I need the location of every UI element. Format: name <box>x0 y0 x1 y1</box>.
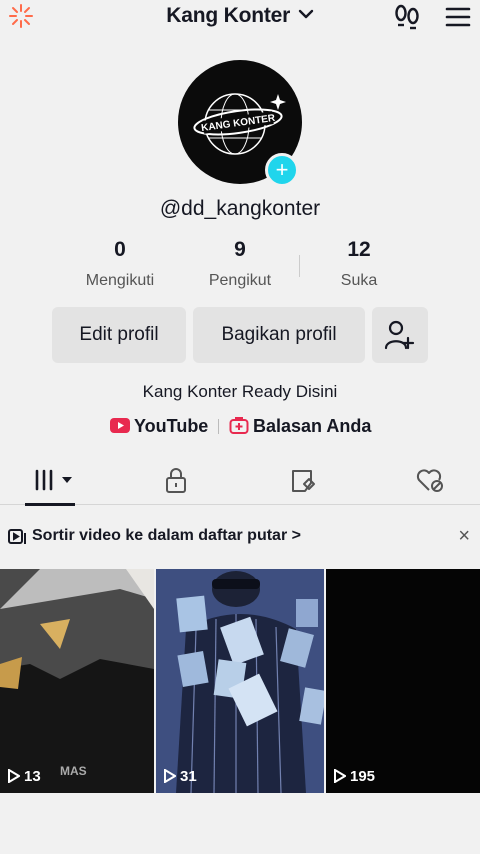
stat-following[interactable]: 0 Mengikuti <box>60 238 180 290</box>
replies-link-label: Balasan Anda <box>253 416 372 436</box>
view-count-value: 31 <box>180 768 197 785</box>
reposts-icon <box>292 470 315 492</box>
stat-likes[interactable]: 12 Suka <box>299 238 419 290</box>
tab-reposts[interactable] <box>240 455 360 505</box>
youtube-link[interactable]: YouTube <box>110 414 208 438</box>
videos-grid-icon <box>35 469 72 491</box>
play-icon <box>8 768 20 783</box>
top-bar: Kang Konter <box>0 0 480 34</box>
page-title: Kang Konter <box>166 4 291 27</box>
playlist-icon <box>8 529 26 544</box>
youtube-link-label: YouTube <box>134 416 209 436</box>
edit-profile-button[interactable]: Edit profil <box>52 307 186 363</box>
play-icon <box>334 768 346 783</box>
view-count-value: 195 <box>350 768 376 785</box>
video-thumbnail-image: MAS <box>0 569 154 793</box>
svg-text:MAS: MAS <box>60 764 87 778</box>
add-avatar-button[interactable]: + <box>265 153 299 187</box>
banner-text: Sortir video ke dalam daftar putar > <box>32 527 301 544</box>
view-count: 13 <box>8 768 41 785</box>
footprints-icon[interactable] <box>392 2 422 32</box>
view-count: 195 <box>334 768 375 785</box>
video-thumbnail-image <box>156 569 324 793</box>
reply-box-icon <box>229 416 249 434</box>
locked-icon <box>166 468 186 493</box>
close-icon[interactable]: × <box>458 525 470 548</box>
add-friend-button[interactable] <box>372 307 428 363</box>
video-grid: MAS 13 31 195 <box>0 569 480 793</box>
stat-label: Mengikuti <box>85 272 155 289</box>
video-thumbnail[interactable]: 195 <box>326 569 480 793</box>
video-thumbnail[interactable]: MAS 13 <box>0 569 154 793</box>
hamburger-menu-icon[interactable] <box>444 3 472 31</box>
stat-label: Suka <box>340 272 378 289</box>
video-thumbnail[interactable]: 31 <box>156 569 324 793</box>
stat-value: 0 <box>114 238 126 261</box>
share-profile-button[interactable]: Bagikan profil <box>193 307 365 363</box>
chevron-down-icon <box>298 10 313 19</box>
username: @dd_kangkonter <box>159 197 321 220</box>
tab-videos[interactable] <box>0 455 120 506</box>
play-icon <box>164 768 176 783</box>
profile-links: YouTube Balasan Anda <box>0 414 480 438</box>
stat-followers[interactable]: 9 Pengikut <box>180 238 300 290</box>
stat-value: 12 <box>347 238 371 261</box>
stat-label: Pengikut <box>208 272 272 289</box>
stats-divider <box>299 255 300 277</box>
view-count: 31 <box>164 768 197 785</box>
stat-value: 9 <box>234 238 246 261</box>
playlist-banner[interactable]: Sortir video ke dalam daftar putar > × <box>0 506 480 568</box>
add-user-icon <box>384 320 415 350</box>
youtube-icon <box>110 418 130 434</box>
tab-private[interactable] <box>120 455 240 505</box>
stats-row: 0 Mengikuti 9 Pengikut 12 Suka <box>0 238 480 294</box>
bio-text: Kang Konter Ready Disini <box>142 382 338 401</box>
profile-tabs <box>0 455 480 506</box>
tab-liked[interactable] <box>360 455 480 505</box>
replies-link[interactable]: Balasan Anda <box>229 414 371 438</box>
plus-icon: + <box>275 157 289 182</box>
liked-icon <box>416 469 443 492</box>
view-count-value: 13 <box>24 768 41 785</box>
links-divider <box>218 419 219 434</box>
